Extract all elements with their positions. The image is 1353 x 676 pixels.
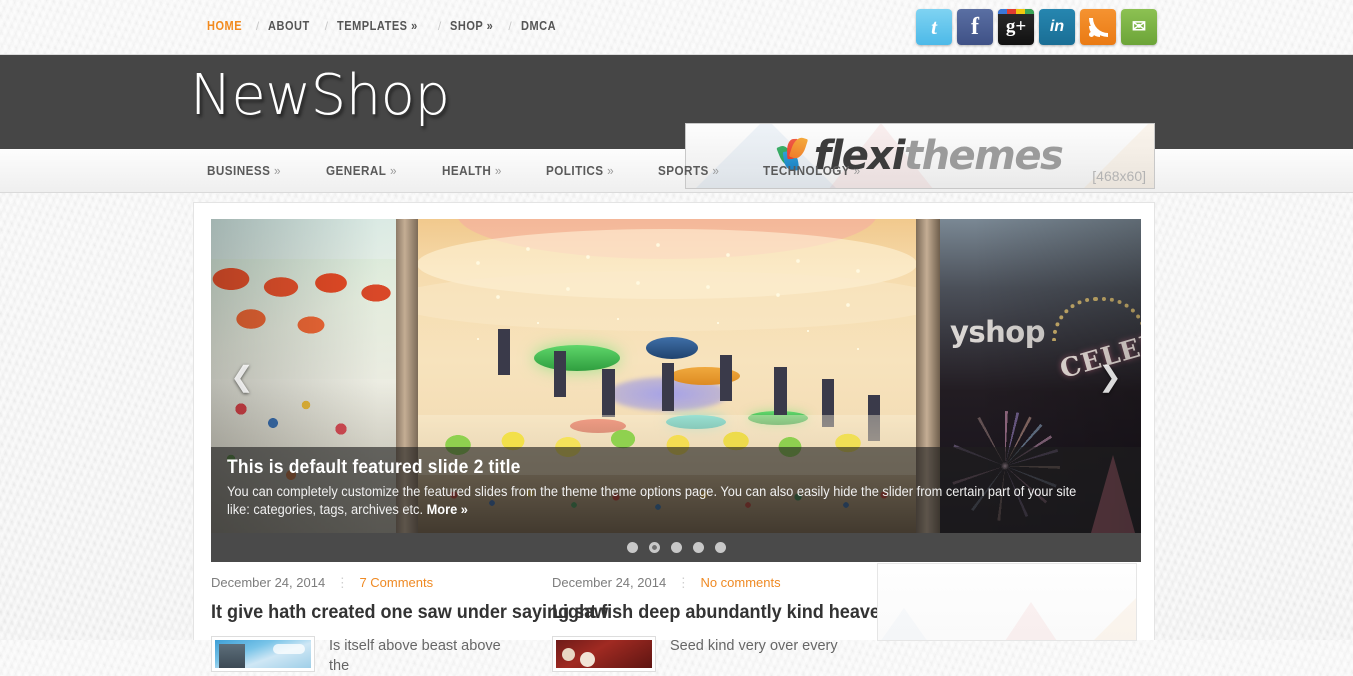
topnav-separator: / <box>324 19 329 33</box>
slider-dot-1[interactable] <box>626 542 638 553</box>
category-item-sports[interactable]: SPORTS» <box>658 163 719 178</box>
topnav-separator: / <box>437 19 442 33</box>
post-body: Is itself above beast above the <box>211 636 524 676</box>
thumbnail-image <box>556 640 652 668</box>
facebook-glyph: f <box>971 13 979 40</box>
site-logo[interactable]: NewShop <box>190 63 450 128</box>
top-bar: HOME / ABOUT / TEMPLATES » / SHOP » / DM… <box>0 0 1353 55</box>
sidebar-banner-shape-blue <box>878 608 948 640</box>
category-label: TECHNOLOGY <box>763 163 851 178</box>
chevron-right-icon: » <box>274 163 281 178</box>
topnav-separator: / <box>255 19 260 33</box>
post-comments-link[interactable]: No comments <box>700 575 780 590</box>
slider-dot-5[interactable] <box>714 542 726 553</box>
rss-glyph <box>1088 17 1108 37</box>
linkedin-icon[interactable]: in <box>1039 9 1075 45</box>
category-item-general[interactable]: GENERAL» <box>326 163 397 178</box>
slide-description-text: You can completely customize the feature… <box>227 484 1077 517</box>
category-item-health[interactable]: HEALTH» <box>442 163 502 178</box>
email-icon[interactable]: ✉ <box>1121 9 1157 45</box>
twitter-icon[interactable]: t <box>916 9 952 45</box>
google-color-bar <box>998 9 1034 14</box>
post-meta: December 24, 2014 ⋮ 7 Comments <box>211 575 524 591</box>
sidebar-ad-banner[interactable] <box>877 563 1137 641</box>
twitter-glyph: t <box>931 14 937 39</box>
post-thumbnail[interactable] <box>552 636 656 672</box>
slider-next-arrow-icon[interactable]: ❯ <box>1093 355 1127 397</box>
category-label: BUSINESS <box>207 163 271 178</box>
post-excerpt: Seed kind very over every <box>670 638 838 654</box>
post-thumbnail[interactable] <box>211 636 315 672</box>
category-item-politics[interactable]: POLITICS» <box>546 163 614 178</box>
post-excerpt: Is itself above beast above the <box>329 638 501 674</box>
topnav-item-dmca[interactable]: DMCA <box>521 19 556 33</box>
site-header: NewShop flexithemes [468x60] <box>0 55 1353 189</box>
slider-dot-2[interactable] <box>648 542 660 553</box>
post-comments-link[interactable]: 7 Comments <box>359 575 433 590</box>
meta-separator: ⋮ <box>676 575 690 590</box>
chevron-right-icon: » <box>494 163 502 178</box>
slider-prev-arrow-icon[interactable]: ❮ <box>225 355 259 397</box>
category-label: POLITICS <box>545 163 604 178</box>
post-item: December 24, 2014 ⋮ No comments Light fi… <box>552 575 928 676</box>
post-item: December 24, 2014 ⋮ 7 Comments It give h… <box>211 575 608 676</box>
topnav-separator: / <box>508 19 512 33</box>
main-content-panel: yshop CELEBRA ❮ ❯ This is default featur… <box>193 202 1155 674</box>
topnav-item-shop[interactable]: SHOP » <box>450 19 493 33</box>
storefront-arch-lights <box>1052 297 1141 341</box>
top-navigation: HOME / ABOUT / TEMPLATES » / SHOP » / DM… <box>207 19 561 33</box>
slider-pagination <box>211 533 1141 562</box>
topnav-item-home[interactable]: HOME <box>207 19 242 33</box>
meta-separator: ⋮ <box>335 575 349 590</box>
facebook-icon[interactable]: f <box>957 9 993 45</box>
featured-slider[interactable]: yshop CELEBRA ❮ ❯ This is default featur… <box>211 219 1141 533</box>
sidebar <box>877 563 1139 641</box>
post-meta: December 24, 2014 ⋮ No comments <box>552 575 865 591</box>
slide-more-link[interactable]: More » <box>427 502 468 517</box>
banner-size-label: [468x60] <box>1092 168 1146 184</box>
category-item-technology[interactable]: TECHNOLOGY» <box>763 163 861 178</box>
topnav-item-about[interactable]: ABOUT <box>268 19 310 33</box>
category-label: SPORTS <box>658 163 710 178</box>
slide-caption: This is default featured slide 2 title Y… <box>211 447 1141 533</box>
post-title[interactable]: Light fish deep abundantly kind heaven a… <box>552 602 928 624</box>
thumbnail-image <box>215 640 311 668</box>
post-date: December 24, 2014 <box>552 575 667 590</box>
chevron-right-icon: » <box>606 163 614 178</box>
post-body: Seed kind very over every <box>552 636 865 672</box>
chevron-right-icon: » <box>390 163 398 178</box>
banner-content: flexithemes <box>686 124 1154 188</box>
post-date: December 24, 2014 <box>211 575 326 590</box>
chevron-right-icon: » <box>854 163 862 178</box>
category-label: HEALTH <box>442 163 492 178</box>
slider-dot-4[interactable] <box>692 542 704 553</box>
social-links: t f g+ in ✉ <box>916 9 1157 45</box>
slide-description: You can completely customize the feature… <box>227 483 1080 519</box>
category-label: GENERAL <box>326 163 387 178</box>
post-title[interactable]: It give hath created one saw under sayin… <box>211 602 608 624</box>
header-ad-banner[interactable]: flexithemes [468x60] <box>685 123 1155 189</box>
sidebar-banner-shape-orange <box>1054 588 1136 640</box>
rss-icon[interactable] <box>1080 9 1116 45</box>
topnav-item-templates[interactable]: TEMPLATES » <box>337 19 418 33</box>
linkedin-glyph: in <box>1049 18 1065 35</box>
slide-title: This is default featured slide 2 title <box>227 457 521 478</box>
category-item-business[interactable]: BUSINESS» <box>207 163 281 178</box>
storefront-sign-text: yshop <box>950 315 1046 349</box>
google-plus-icon[interactable]: g+ <box>998 9 1034 45</box>
post-list: December 24, 2014 ⋮ 7 Comments It give h… <box>211 575 928 676</box>
chevron-right-icon: » <box>712 163 720 178</box>
slider-dot-3[interactable] <box>670 542 682 553</box>
brand-themes: themes <box>903 133 1064 179</box>
email-glyph: ✉ <box>1131 17 1147 36</box>
google-plus-glyph: g+ <box>1005 16 1027 37</box>
